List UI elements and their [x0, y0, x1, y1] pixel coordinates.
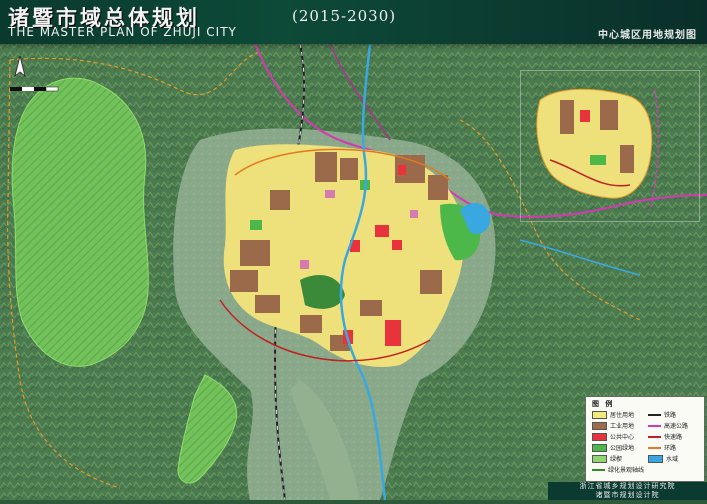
inset-frame: [520, 70, 700, 222]
legend-item: 高速公路: [648, 421, 688, 430]
legend-item: 环路: [648, 443, 676, 452]
legend-label: 绿化景观轴线: [608, 467, 645, 474]
legend-swatch: [648, 413, 661, 416]
legend: 图 例 居住用地工业用地公共中心公园绿地绿楔绿化景观轴线 铁路高速公路快速路环路水…: [585, 396, 705, 482]
footer: 浙江省城乡规划设计研究院 诸暨市规划设计院: [548, 482, 707, 500]
legend-label: 高速公路: [664, 423, 689, 430]
plan-years: (2015-2030): [292, 7, 397, 25]
legend-swatch: [648, 454, 663, 463]
legend-item: 快速路: [648, 432, 682, 441]
scale-bar-icon: [10, 86, 59, 92]
legend-title: 图 例: [592, 400, 615, 408]
legend-item: 水域: [648, 454, 678, 463]
green-wedge-west: [11, 77, 149, 367]
page-title-en: THE MASTER PLAN OF ZHUJI CITY: [8, 25, 237, 39]
legend-item: 铁路: [648, 410, 676, 419]
legend-label: 公园绿地: [610, 445, 635, 452]
legend-label: 公共中心: [610, 434, 635, 441]
legend-swatch: [648, 424, 661, 427]
legend-label: 环路: [664, 445, 677, 452]
footer-line-2: 诸暨市规划设计院: [595, 490, 660, 499]
legend-swatch: [592, 432, 607, 441]
legend-label: 水域: [666, 456, 679, 463]
title-bar: 诸暨市域总体规划 (2015-2030) THE MASTER PLAN OF …: [0, 0, 707, 44]
legend-label: 绿楔: [610, 456, 623, 463]
legend-swatch: [648, 435, 661, 438]
legend-item: 公园绿地: [592, 443, 634, 452]
legend-swatch: [592, 410, 607, 419]
legend-item: 居住用地: [592, 410, 634, 419]
legend-label: 工业用地: [610, 423, 635, 430]
legend-swatch: [592, 443, 607, 452]
legend-swatch: [592, 468, 605, 471]
legend-item: 绿楔: [592, 454, 622, 463]
legend-swatch: [648, 446, 661, 449]
legend-label: 居住用地: [610, 412, 635, 419]
legend-label: 快速路: [664, 434, 683, 441]
legend-swatch: [592, 421, 607, 430]
north-arrow-icon: [14, 55, 26, 78]
legend-swatch: [592, 454, 607, 463]
map-subtitle: 中心城区用地规划图: [598, 30, 697, 41]
legend-item: 绿化景观轴线: [592, 465, 644, 474]
legend-item: 工业用地: [592, 421, 634, 430]
footer-line-1: 浙江省城乡规划设计研究院: [579, 482, 676, 490]
legend-label: 铁路: [664, 412, 677, 419]
legend-item: 公共中心: [592, 432, 634, 441]
